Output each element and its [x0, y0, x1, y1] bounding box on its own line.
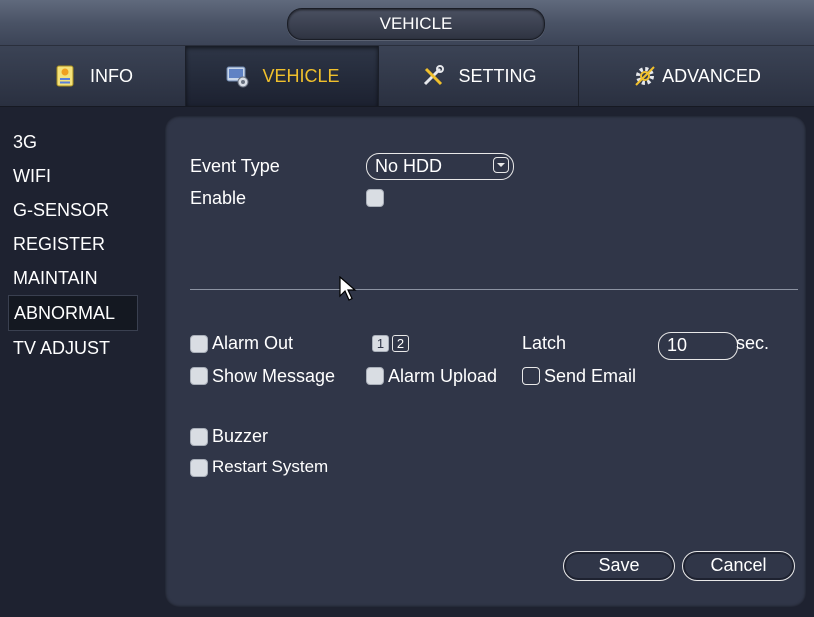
save-button[interactable]: Save: [563, 551, 675, 581]
enable-label: Enable: [190, 188, 247, 208]
latch-label: Latch: [522, 333, 567, 353]
alarm-upload-checkbox[interactable]: [366, 367, 384, 385]
sidebar-item-register[interactable]: REGISTER: [8, 227, 138, 261]
cancel-button[interactable]: Cancel: [682, 551, 795, 581]
setting-icon: [420, 63, 446, 89]
mouse-cursor-icon: [339, 276, 357, 301]
sidebar-item-tv-adjust[interactable]: TV ADJUST: [8, 331, 138, 365]
restart-system-checkbox[interactable]: [190, 459, 208, 477]
sidebar-item-g-sensor[interactable]: G-SENSOR: [8, 193, 138, 227]
tab-advanced[interactable]: ADVANCED: [579, 46, 814, 106]
sidebar-item-abnormal[interactable]: ABNORMAL: [8, 295, 138, 331]
sidebar-item-wifi[interactable]: WIFI: [8, 159, 138, 193]
buzzer-label: Buzzer: [212, 426, 269, 446]
divider: [190, 289, 798, 290]
event-type-value: No HDD: [375, 156, 443, 176]
settings-panel: [165, 116, 806, 607]
latch-input[interactable]: 10: [658, 332, 738, 360]
tab-advanced-label: ADVANCED: [662, 65, 761, 86]
vehicle-icon: [224, 63, 250, 89]
sidebar-item-3g[interactable]: 3G: [8, 125, 138, 159]
latch-unit: sec.: [736, 333, 770, 353]
event-type-select[interactable]: No HDD: [366, 153, 514, 180]
restart-system-label: Restart System: [212, 457, 329, 476]
chevron-down-icon: [493, 157, 509, 173]
tab-vehicle[interactable]: VEHICLE: [186, 46, 379, 106]
event-type-label: Event Type: [190, 156, 280, 176]
show-message-checkbox[interactable]: [190, 367, 208, 385]
alarm-out-checkbox[interactable]: [190, 335, 208, 353]
title-bar: VEHICLE: [0, 0, 814, 46]
sidebar: 3G WIFI G-SENSOR REGISTER MAINTAIN ABNOR…: [8, 125, 138, 365]
tab-setting[interactable]: SETTING: [379, 46, 579, 106]
window-title: VEHICLE: [287, 8, 545, 40]
alarm-out-channel-2[interactable]: 2: [392, 335, 409, 352]
main-tabs: INFO VEHICLE SETTING ADVANCED: [0, 46, 814, 107]
send-email-label: Send Email: [544, 366, 637, 386]
info-icon: [52, 63, 78, 89]
tab-vehicle-label: VEHICLE: [262, 65, 340, 86]
alarm-out-channel-1[interactable]: 1: [372, 335, 389, 352]
buzzer-checkbox[interactable]: [190, 428, 208, 446]
tab-info[interactable]: INFO: [0, 46, 186, 106]
alarm-out-label: Alarm Out: [212, 333, 294, 353]
sidebar-item-maintain[interactable]: MAINTAIN: [8, 261, 138, 295]
send-email-checkbox[interactable]: [522, 367, 540, 385]
show-message-label: Show Message: [212, 366, 336, 386]
tab-info-label: INFO: [90, 65, 133, 86]
advanced-icon: [632, 63, 658, 89]
enable-checkbox[interactable]: [366, 189, 384, 207]
tab-setting-label: SETTING: [458, 65, 537, 86]
alarm-upload-label: Alarm Upload: [388, 366, 498, 386]
